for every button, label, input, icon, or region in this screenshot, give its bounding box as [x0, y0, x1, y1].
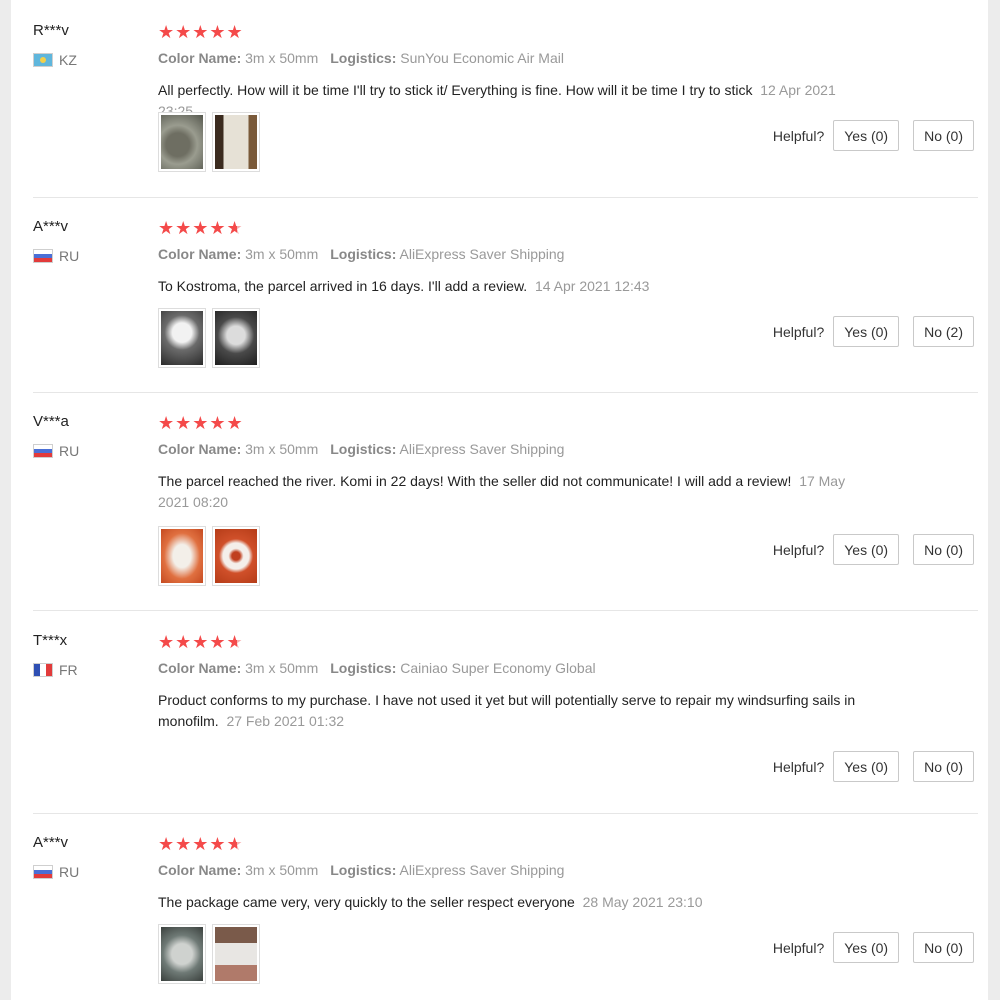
review-meta: Color Name: 3m x 50mm Logistics: AliExpre…	[158, 441, 565, 457]
star-rating: ★★★★★	[158, 218, 244, 238]
helpful-label: Helpful?	[772, 939, 825, 956]
helpful-yes-button[interactable]: Yes (0)	[833, 120, 900, 151]
helpful-controls: Helpful? Yes (0) No (2)	[773, 316, 988, 347]
review-photo-thumbnail[interactable]	[158, 112, 206, 172]
helpful-label: Helpful?	[772, 127, 825, 144]
review-text: The parcel reached the river. Komi in 22…	[158, 473, 846, 510]
logistics-value: Cainiao Super Economy Global	[400, 660, 596, 676]
review-photo-thumbnail[interactable]	[158, 924, 206, 984]
country-code: RU	[59, 443, 80, 459]
helpful-yes-button[interactable]: Yes (0)	[833, 751, 900, 782]
reviewer-country: RU	[33, 248, 79, 264]
ru-flag-icon	[33, 865, 53, 879]
star-rating: ★★★★★	[158, 834, 244, 854]
review-photo-thumbnail[interactable]	[212, 526, 260, 586]
fr-flag-icon	[33, 663, 53, 677]
review-divider	[33, 197, 978, 198]
color-name-value: 3m x 50mm	[245, 246, 319, 262]
review-text: To Kostroma, the parcel arrived in 16 da…	[158, 278, 650, 294]
logistics-value: AliExpress Saver Shipping	[399, 862, 565, 878]
reviewer-country: KZ	[33, 52, 77, 68]
helpful-yes-button[interactable]: Yes (0)	[833, 534, 900, 565]
helpful-controls: Helpful? Yes (0) No (0)	[773, 120, 988, 151]
review-date: 14 Apr 2021 12:43	[534, 278, 650, 294]
helpful-no-button[interactable]: No (0)	[913, 120, 974, 151]
review-date: 28 May 2021 23:10	[582, 894, 703, 910]
country-code: FR	[59, 662, 78, 678]
country-code: RU	[59, 864, 80, 880]
reviewer-name: V***a	[33, 413, 69, 430]
helpful-no-button[interactable]: No (0)	[913, 932, 974, 963]
review-photos	[158, 924, 266, 984]
logistics-value: AliExpress Saver Shipping	[399, 246, 565, 262]
review-divider	[33, 392, 978, 393]
review-date: 27 Feb 2021 01:32	[226, 713, 345, 729]
review-text: The package came very, very quickly to t…	[158, 894, 703, 910]
helpful-controls: Helpful? Yes (0) No (0)	[773, 932, 988, 963]
review-photo-thumbnail[interactable]	[158, 308, 206, 368]
reviewer-name: A***v	[33, 218, 69, 235]
review-photo-thumbnail[interactable]	[212, 308, 260, 368]
review-photos	[158, 526, 266, 586]
helpful-label: Helpful?	[772, 758, 825, 775]
review-photo-thumbnail[interactable]	[212, 112, 260, 172]
review-meta: Color Name: 3m x 50mm Logistics: Cainiao …	[158, 660, 596, 676]
color-name-value: 3m x 50mm	[245, 441, 319, 457]
color-name-value: 3m x 50mm	[245, 862, 319, 878]
helpful-no-button[interactable]: No (2)	[913, 316, 974, 347]
reviewer-name: R***v	[33, 22, 69, 39]
helpful-label: Helpful?	[772, 541, 825, 558]
logistics-value: AliExpress Saver Shipping	[399, 441, 565, 457]
helpful-controls: Helpful? Yes (0) No (0)	[773, 534, 988, 565]
helpful-no-button[interactable]: No (0)	[913, 534, 974, 565]
ru-flag-icon	[33, 249, 53, 263]
helpful-yes-button[interactable]: Yes (0)	[833, 316, 900, 347]
helpful-yes-button[interactable]: Yes (0)	[833, 932, 900, 963]
review-text: Product conforms to my purchase. I have …	[158, 692, 856, 729]
reviewer-country: FR	[33, 662, 78, 678]
reviewer-country: RU	[33, 443, 79, 459]
kz-flag-icon	[33, 53, 53, 67]
review-meta: Color Name: 3m x 50mm Logistics: AliExpre…	[158, 862, 565, 878]
reviewer-name: A***v	[33, 834, 69, 851]
country-code: KZ	[59, 52, 77, 68]
reviewer-name: T***x	[33, 632, 68, 649]
review-photos	[158, 112, 266, 172]
reviewer-country: RU	[33, 864, 79, 880]
star-rating: ★★★★★	[158, 413, 244, 433]
reviews-panel: R***v KZ ★★★★★ Color Name: 3m x 50mm Logi…	[11, 0, 988, 1000]
review-photo-thumbnail[interactable]	[158, 526, 206, 586]
review-photo-thumbnail[interactable]	[212, 924, 260, 984]
country-code: RU	[59, 248, 80, 264]
helpful-controls: Helpful? Yes (0) No (0)	[773, 751, 988, 782]
helpful-label: Helpful?	[772, 323, 825, 340]
ru-flag-icon	[33, 444, 53, 458]
review-photos	[158, 308, 266, 368]
review-meta: Color Name: 3m x 50mm Logistics: AliExpre…	[158, 246, 565, 262]
star-rating: ★★★★★	[158, 22, 244, 42]
review-divider	[33, 813, 978, 814]
logistics-value: SunYou Economic Air Mail	[400, 50, 564, 66]
helpful-no-button[interactable]: No (0)	[913, 751, 974, 782]
color-name-value: 3m x 50mm	[245, 660, 319, 676]
review-divider	[33, 610, 978, 611]
review-meta: Color Name: 3m x 50mm Logistics: SunYou E…	[158, 50, 564, 66]
star-rating: ★★★★★	[158, 632, 244, 652]
color-name-value: 3m x 50mm	[245, 50, 319, 66]
